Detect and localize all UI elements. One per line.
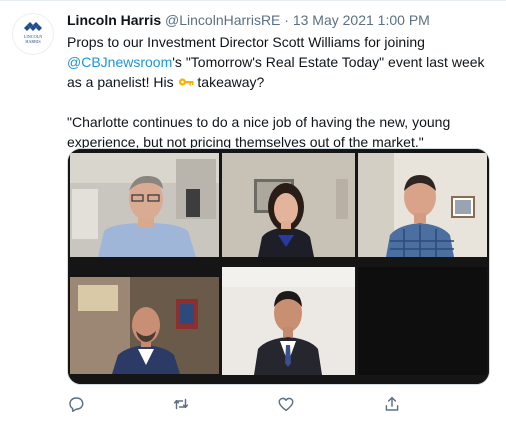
logo-text-line2: HARRIS bbox=[25, 39, 41, 44]
header-separator: · bbox=[280, 12, 293, 28]
panelist-tile-5 bbox=[222, 267, 355, 375]
tweet-date[interactable]: 13 May 2021 1:00 PM bbox=[293, 12, 430, 28]
tweet-actions bbox=[67, 395, 492, 415]
tweet-paragraph-1: Props to our Investment Director Scott W… bbox=[67, 32, 492, 92]
panelist-tile-1 bbox=[70, 153, 219, 257]
panelist-tile-3 bbox=[358, 153, 487, 257]
tweet-quote: "Charlotte continues to do a nice job of… bbox=[67, 114, 451, 150]
like-button[interactable] bbox=[277, 395, 297, 415]
share-button[interactable] bbox=[383, 395, 403, 415]
tweet-media-image[interactable] bbox=[67, 148, 490, 385]
reply-button[interactable] bbox=[67, 395, 87, 415]
tweet-text-part-1: Props to our Investment Director Scott W… bbox=[67, 34, 425, 50]
author-name[interactable]: Lincoln Harris bbox=[67, 12, 161, 28]
mention-link[interactable]: @CBJnewsroom bbox=[67, 54, 172, 70]
empty-tile bbox=[358, 267, 487, 375]
video-call-screenshot bbox=[68, 149, 489, 384]
tweet-text-part-3: takeaway? bbox=[193, 74, 265, 90]
tweet-content: Lincoln Harris @LincolnHarrisRE · 13 May… bbox=[67, 11, 492, 152]
author-handle[interactable]: @LincolnHarrisRE bbox=[165, 12, 280, 28]
lincoln-harris-logo: LINCOLN HARRIS bbox=[24, 22, 42, 44]
tweet-header: Lincoln Harris @LincolnHarrisRE · 13 May… bbox=[67, 11, 492, 29]
retweet-button[interactable] bbox=[172, 395, 192, 415]
tweet-card[interactable]: LINCOLN HARRIS Lincoln Harris @LincolnHa… bbox=[0, 0, 506, 425]
panelist-tile-4 bbox=[70, 277, 219, 374]
heart-icon bbox=[278, 397, 294, 412]
retweet-icon bbox=[173, 398, 189, 410]
key-icon bbox=[178, 78, 194, 86]
tweet-text: Props to our Investment Director Scott W… bbox=[67, 32, 492, 152]
share-icon bbox=[385, 396, 399, 411]
panelist-tile-2 bbox=[222, 153, 355, 257]
avatar[interactable]: LINCOLN HARRIS bbox=[12, 13, 54, 55]
reply-icon bbox=[69, 397, 84, 412]
